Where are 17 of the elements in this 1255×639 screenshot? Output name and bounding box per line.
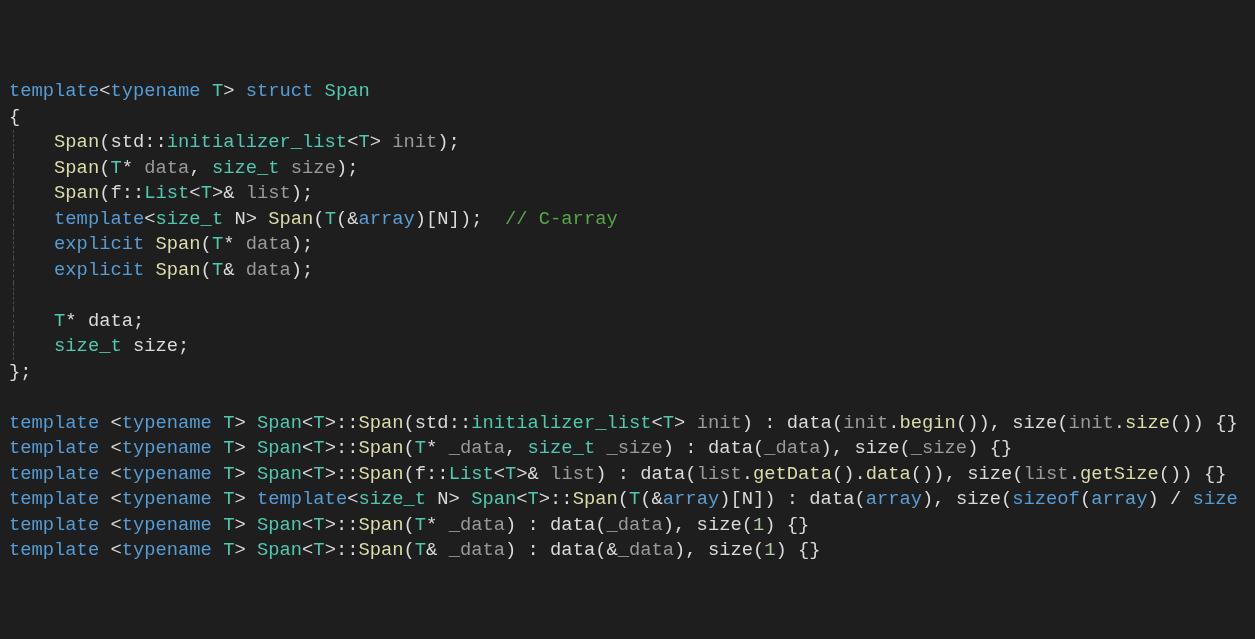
- code-line: Span(T* data, size_t size);: [53, 156, 359, 179]
- code-line: size_t size;: [53, 335, 190, 357]
- code-line: explicit Span(T* data);: [53, 233, 314, 255]
- code-line: Span(f::List<T>& list);: [53, 182, 314, 204]
- code-line: template <typename T> Span<T>::Span(std::initializer_list<T> init) : data(init.begin()), size(init.size()) {}: [9, 411, 1238, 434]
- code-line: T* data;: [53, 309, 145, 332]
- code-line: {: [9, 105, 21, 128]
- code-line: template<typename T> struct Span: [9, 80, 370, 102]
- code-line: template <typename T> Span<T>::Span(T* _data) : data(_data), size(1) {}: [9, 513, 810, 536]
- code-line: template <typename T> template<size_t N> Span<T>::Span(T(&array)[N]) : data(array), size(sizeof(array) / size: [9, 488, 1238, 510]
- code-line: template <typename T> Span<T>::Span(T* _data, size_t _size) : data(_data), size(_size) {}: [9, 437, 1013, 459]
- code-line: explicit Span(T& data);: [53, 258, 314, 281]
- code-line: };: [9, 360, 32, 383]
- code-line: template <typename T> Span<T>::Span(T& _data) : data(&_data), size(1) {}: [9, 539, 821, 561]
- code-line: template <typename T> Span<T>::Span(f::List<T>& list) : data(list.getData().data()), size(list.getSize()) {}: [9, 462, 1227, 485]
- code-line: template<size_t N> Span(T(&array)[N]); // C-array: [53, 207, 618, 230]
- code-line: Span(std::initializer_list<T> init);: [53, 131, 460, 153]
